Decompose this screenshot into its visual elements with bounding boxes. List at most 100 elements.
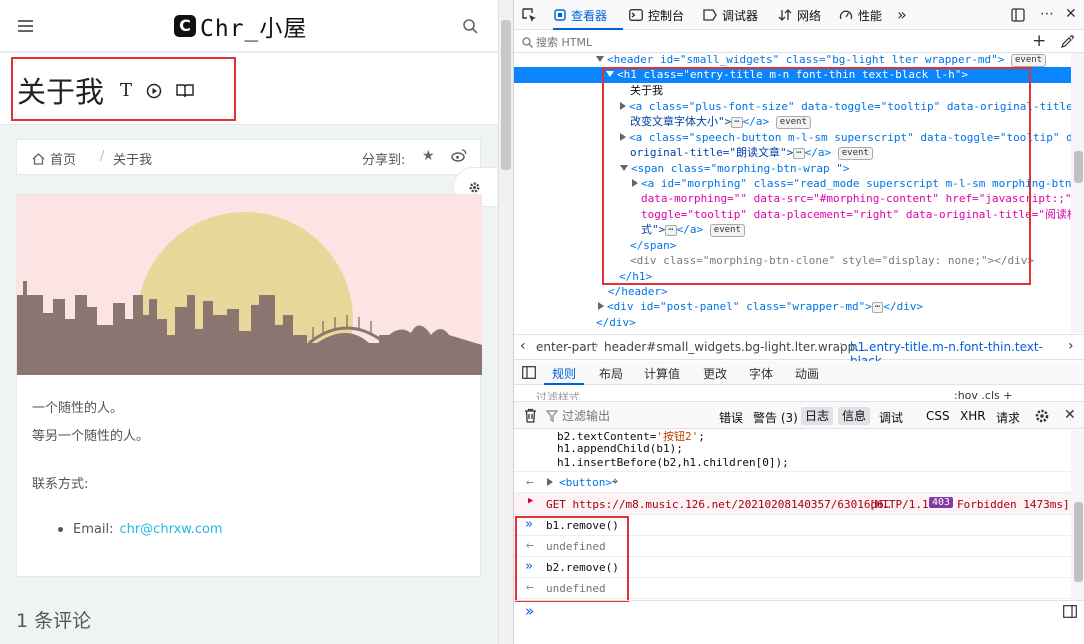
filter-styles-label[interactable]: 过滤样式	[536, 389, 580, 400]
breadcrumb-forward-icon[interactable]: ›	[1068, 338, 1074, 354]
comment-count: 1 条评论	[16, 610, 92, 632]
console-scrollbar-thumb[interactable]	[1074, 502, 1083, 582]
share-label: 分享到:	[362, 153, 406, 168]
hov-cls-buttons[interactable]: :hov .cls +	[954, 389, 1012, 400]
target-node-icon[interactable]: ⌖	[612, 475, 618, 489]
html-search-bar: +	[514, 31, 1084, 53]
menu-dots-icon[interactable]: ⋯	[1040, 6, 1054, 22]
eyedropper-icon[interactable]	[1061, 35, 1074, 48]
weibo-icon[interactable]	[451, 148, 467, 162]
console-settings-gear-icon[interactable]	[1034, 408, 1050, 424]
button-node-result[interactable]: <button>	[559, 476, 612, 489]
highlight-box-title	[11, 57, 236, 121]
error-request[interactable]: GET https://m8.music.126.net/20210208140…	[546, 498, 890, 511]
inspector-icon	[554, 9, 566, 21]
element-picker-icon[interactable]	[522, 8, 537, 23]
error-expand-icon[interactable]: ▶	[528, 496, 533, 506]
blog-page: C Chr_小屋 关于我 T 首页 / 关于我 分享到: ★ 一个随性的人。 等…	[0, 0, 513, 644]
breadcrumb-back-icon[interactable]: ‹	[520, 338, 526, 354]
menu-icon[interactable]	[18, 20, 33, 32]
filter-errors[interactable]: 错误	[719, 409, 743, 426]
logo-text: Chr_小屋	[200, 16, 308, 42]
close-devtools-icon[interactable]: ✕	[1065, 6, 1077, 22]
console-code-block: b2.textContent='按钮2'; h1.appendChild(b1)…	[514, 430, 1071, 472]
console-filter-input[interactable]	[562, 407, 702, 425]
markup-breadcrumbs: ‹ enter-part › header#small_widgets.bg-l…	[514, 334, 1084, 368]
tab-animations[interactable]: 动画	[795, 365, 819, 382]
breadcrumb-home-label: 首页	[50, 153, 77, 168]
tab-computed[interactable]: 计算值	[644, 365, 680, 382]
share-star-icon[interactable]: ★	[422, 148, 435, 164]
rules-tab-indicator	[544, 383, 584, 385]
breadcrumb-item[interactable]: header#small_widgets.bg-light.lter.wrapp…	[604, 340, 867, 354]
page-scrollbar[interactable]	[498, 0, 513, 644]
markup-scrollbar-thumb[interactable]	[1074, 151, 1083, 183]
tab-console[interactable]: 控制台	[629, 0, 684, 30]
html-search-input[interactable]	[536, 33, 996, 51]
contact-email-item: Email: chr@chrxw.com	[58, 522, 223, 537]
top-navbar: C Chr_小屋	[0, 0, 498, 52]
breadcrumb-item[interactable]: enter-part	[536, 340, 596, 354]
markup-close-div-outer[interactable]: </div>	[596, 315, 636, 331]
collapsed-badge[interactable]: ⋯	[871, 302, 884, 313]
email-link[interactable]: chr@chrxw.com	[119, 522, 222, 537]
console-input[interactable]: »	[514, 600, 1084, 624]
console-scrollbar[interactable]	[1071, 430, 1084, 600]
filter-requests[interactable]: 请求	[996, 409, 1020, 426]
markup-close-div: </div>	[883, 300, 924, 313]
tab-inspector[interactable]: 查看器	[554, 0, 607, 30]
filter-logs[interactable]: 日志	[801, 407, 834, 425]
sidebar-toggle-icon[interactable]	[522, 366, 536, 379]
console-result-button: ← <button> ⌖	[514, 473, 1071, 493]
tab-debugger-label: 调试器	[722, 8, 759, 23]
active-tab-indicator	[553, 28, 623, 30]
search-icon[interactable]	[463, 19, 478, 34]
dock-icon[interactable]	[1011, 8, 1025, 22]
tab-rules[interactable]: 规则	[552, 365, 576, 382]
trash-icon[interactable]	[524, 408, 537, 423]
site-logo[interactable]: C Chr_小屋	[174, 12, 308, 42]
markup-close-header[interactable]: </header>	[608, 284, 668, 300]
tab-network[interactable]: 网络	[778, 0, 821, 30]
add-node-icon[interactable]: +	[1032, 31, 1046, 51]
tab-layout[interactable]: 布局	[599, 365, 623, 382]
contact-label: 联系方式:	[32, 477, 89, 492]
filter-warnings[interactable]: 警告 (3)	[753, 409, 798, 426]
tab-inspector-label: 查看器	[571, 8, 608, 23]
markup-line-header[interactable]: <header id="small_widgets" class="bg-lig…	[596, 53, 1047, 68]
markup-line-post-panel[interactable]: <div id="post-panel" class="wrapper-md">…	[598, 299, 923, 315]
filter-info[interactable]: 信息	[838, 407, 871, 425]
highlight-box-markup	[602, 67, 1031, 285]
performance-icon	[839, 10, 853, 20]
editor-mode-icon[interactable]	[1063, 605, 1077, 618]
tab-debugger[interactable]: 调试器	[703, 0, 758, 30]
devtools-toolbar: 查看器 控制台 调试器 网络 性能 » ⋯ ✕	[514, 0, 1084, 30]
tab-performance[interactable]: 性能	[839, 0, 882, 30]
filter-debug[interactable]: 调试	[879, 409, 903, 426]
highlight-box-console	[515, 516, 629, 602]
tab-console-label: 控制台	[648, 8, 685, 23]
tab-changes[interactable]: 更改	[703, 365, 727, 382]
console-icon	[629, 9, 643, 21]
filter-css[interactable]: CSS	[926, 409, 950, 423]
page-scrollbar-thumb[interactable]	[501, 20, 511, 170]
breadcrumb-home[interactable]: 首页	[32, 149, 76, 168]
console-error-row: ▶ GET https://m8.music.126.net/202102081…	[514, 493, 1071, 515]
expand-icon[interactable]	[547, 476, 556, 489]
network-icon	[778, 9, 792, 21]
breadcrumb: 首页 / 关于我 分享到: ★	[16, 139, 481, 175]
debugger-icon	[703, 9, 717, 21]
bullet-icon	[58, 527, 63, 532]
close-console-icon[interactable]: ✕	[1064, 407, 1076, 423]
filter-icon	[546, 410, 558, 422]
event-badge[interactable]: event	[1010, 54, 1047, 67]
filter-xhr[interactable]: XHR	[960, 409, 986, 423]
console-code-line: h1.insertBefore(b2,h1.children[0]);	[557, 456, 789, 469]
prompt-chevron-icon: »	[525, 602, 535, 620]
devtools-panel: 查看器 控制台 调试器 网络 性能 » ⋯ ✕ + <header id="sm…	[513, 0, 1084, 644]
tab-fonts[interactable]: 字体	[749, 365, 773, 382]
more-tabs-icon[interactable]: »	[897, 5, 907, 24]
tab-network-label: 网络	[797, 8, 822, 23]
markup-scrollbar[interactable]	[1071, 53, 1084, 333]
devtools-footer	[514, 624, 1084, 644]
